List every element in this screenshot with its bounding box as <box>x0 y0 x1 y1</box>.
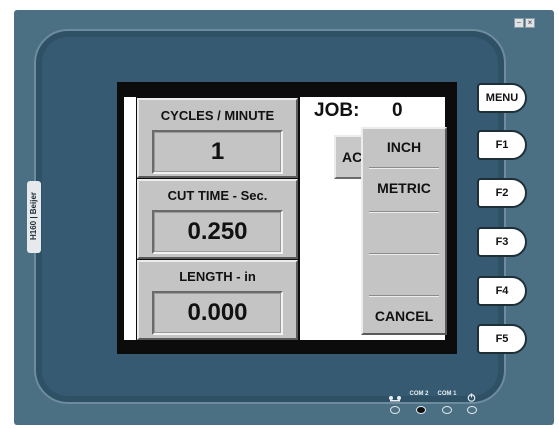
cycles-value-field[interactable]: 1 <box>152 130 283 174</box>
menu-item-cancel[interactable]: CANCEL <box>363 308 445 324</box>
menu-separator <box>369 295 439 297</box>
network-led <box>390 406 400 414</box>
f1-key[interactable]: F1 <box>477 130 527 160</box>
com2-label: COM 2 <box>409 391 429 397</box>
menu-separator <box>369 253 439 255</box>
brand-logo: H160 | Beijer <box>29 191 38 241</box>
close-icon[interactable]: × <box>525 18 535 28</box>
menu-item-empty-2[interactable] <box>363 266 445 284</box>
length-panel: LENGTH - in 0.000 <box>137 260 298 340</box>
com2-led <box>416 406 426 414</box>
power-led <box>467 406 477 414</box>
job-value: 0 <box>392 100 403 121</box>
length-value-field[interactable]: 0.000 <box>152 291 283 335</box>
cut-time-title: CUT TIME - Sec. <box>167 188 268 203</box>
cycles-panel: CYCLES / MINUTE 1 <box>137 98 298 178</box>
com1-label: COM 1 <box>437 391 457 397</box>
cycles-title: CYCLES / MINUTE <box>160 108 275 123</box>
f5-key[interactable]: F5 <box>477 324 527 354</box>
job-label: JOB: <box>314 100 360 121</box>
menu-item-metric[interactable]: METRIC <box>363 180 445 196</box>
menu-key[interactable]: MENU <box>477 83 527 113</box>
minimize-icon[interactable]: – <box>514 18 524 28</box>
cut-time-value-field[interactable]: 0.250 <box>152 210 283 254</box>
com1-led <box>442 406 452 414</box>
f2-key[interactable]: F2 <box>477 178 527 208</box>
cut-time-panel: CUT TIME - Sec. 0.250 <box>137 179 298 259</box>
power-icon <box>467 389 476 402</box>
ac-button[interactable]: AC <box>334 135 364 179</box>
menu-separator <box>369 167 439 169</box>
f3-key[interactable]: F3 <box>477 227 527 257</box>
menu-separator <box>369 211 439 213</box>
length-title: LENGTH - in <box>179 269 256 284</box>
f4-key[interactable]: F4 <box>477 276 527 306</box>
network-icon <box>388 390 402 402</box>
unit-dropdown-menu: INCH METRIC CANCEL <box>361 127 447 335</box>
menu-item-inch[interactable]: INCH <box>363 139 445 155</box>
menu-item-empty-1[interactable] <box>363 224 445 242</box>
screen-left-bar <box>124 97 136 340</box>
